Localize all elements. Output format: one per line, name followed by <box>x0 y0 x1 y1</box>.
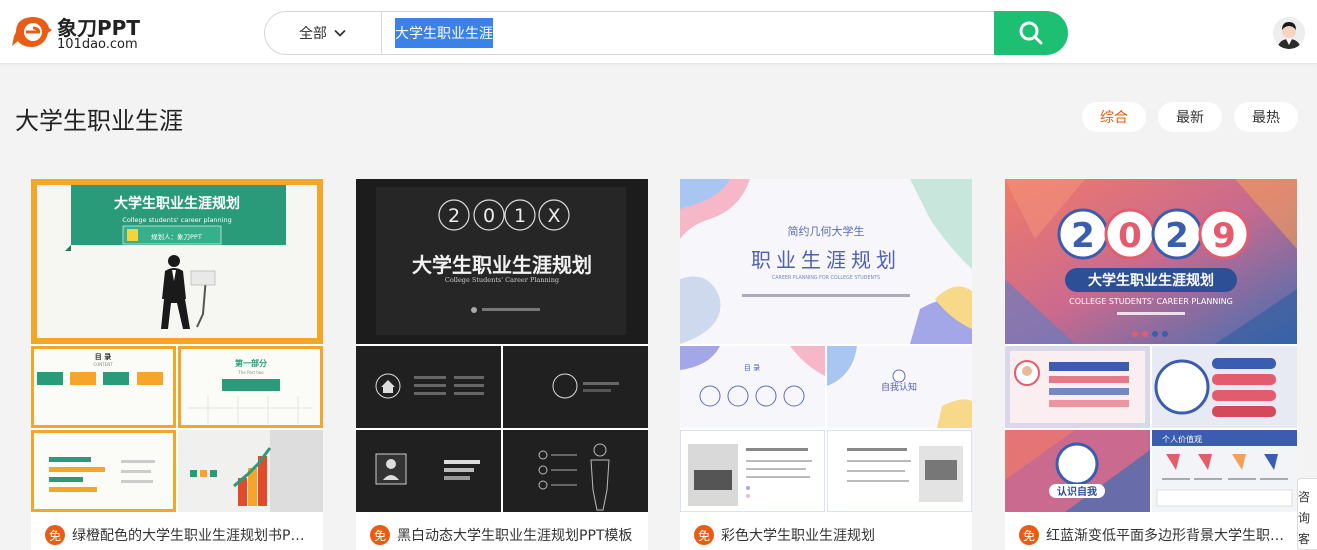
avatar-icon <box>1273 17 1305 49</box>
slide-preview-image <box>31 430 176 512</box>
cover-subtitle: CAREER PLANNING FOR COLLEGE STUDENTS <box>772 275 880 281</box>
template-caption[interactable]: 免 绿橙配色的大学生职业生涯规划书PPT模板 <box>45 524 317 546</box>
free-badge: 免 <box>370 525 390 545</box>
search-input[interactable]: 大学生职业生涯 <box>395 12 493 54</box>
slide-preview-image: 个人价值观 <box>1152 430 1297 512</box>
free-badge: 免 <box>1019 525 1039 545</box>
slide-heading: 认识自我 <box>1057 485 1097 498</box>
logo-url: 101dao.com <box>57 37 138 52</box>
cover-subtitle: College students' career planning <box>122 216 231 224</box>
cover-year-digit: 0 <box>1118 216 1142 256</box>
template-thumbnail[interactable]: 大学生职业生涯规划 College students' career plann… <box>31 179 323 512</box>
template-title[interactable]: 绿橙配色的大学生职业生涯规划书PPT模板 <box>72 525 312 545</box>
slide-preview-image <box>503 346 648 428</box>
cover-title: 大学生职业生涯规划 <box>412 253 592 277</box>
template-card[interactable]: 2 0 1 X 大学生职业生涯规划 College Students' Care… <box>356 179 648 550</box>
slide-subheading: CONTENT <box>93 362 113 367</box>
search-query-text: 大学生职业生涯 <box>395 18 493 48</box>
template-thumbnail[interactable]: 2 0 2 9 大学生职业生涯规划 COLLEGE STUDENTS' CARE… <box>1005 179 1297 512</box>
slide-preview-image: 第一部分 The Part two <box>178 346 323 428</box>
chevron-down-icon <box>334 29 346 37</box>
slide-preview-image <box>356 430 501 512</box>
cover-year-digit: X <box>547 205 560 227</box>
cover-title: 大学生职业生涯规划 <box>1088 272 1214 289</box>
template-title[interactable]: 红蓝渐变低平面多边形背景大学生职业生涯规划PPT模板 <box>1046 525 1286 545</box>
cover-subtitle: College Students' Career Planning <box>445 276 559 284</box>
cover-year-digit: 2 <box>448 205 460 227</box>
slide-heading: 目 录 <box>95 353 111 361</box>
cover-slide-image: 2 0 1 X 大学生职业生涯规划 College Students' Care… <box>356 179 648 344</box>
sort-comprehensive-button[interactable]: 综合 <box>1082 102 1146 132</box>
cover-year-digit: 0 <box>483 205 495 227</box>
cover-title: 大学生职业生涯规划 <box>114 195 240 212</box>
template-caption[interactable]: 免 彩色大学生职业生涯规划 <box>694 524 966 546</box>
template-thumbnail[interactable]: 简约几何大学生 职业生涯规划 CAREER PLANNING FOR COLLE… <box>680 179 972 512</box>
slide-preview-image: 目 录 <box>680 346 825 428</box>
template-card[interactable]: 2 0 2 9 大学生职业生涯规划 COLLEGE STUDENTS' CARE… <box>1005 179 1297 550</box>
free-badge: 免 <box>694 525 714 545</box>
cover-author: 规划人：象刀PPT <box>151 232 202 241</box>
template-caption[interactable]: 免 红蓝渐变低平面多边形背景大学生职业生涯规划PPT模板 <box>1019 524 1291 546</box>
template-title[interactable]: 彩色大学生职业生涯规划 <box>721 525 961 545</box>
page-title: 大学生职业生涯 <box>15 107 183 135</box>
customer-service-tab[interactable]: 咨询客服 <box>1297 478 1317 550</box>
slide-preview-image <box>1152 346 1297 428</box>
slide-heading: 第一部分 <box>235 358 267 368</box>
template-thumbnail[interactable]: 2 0 1 X 大学生职业生涯规划 College Students' Care… <box>356 179 648 512</box>
template-card[interactable]: 简约几何大学生 职业生涯规划 CAREER PLANNING FOR COLLE… <box>680 179 972 550</box>
slide-preview-image <box>356 346 501 428</box>
top-navigation-bar: 象刀PPT 101dao.com 全部 大学生职业生涯 <box>0 0 1317 64</box>
cover-year-digit: 2 <box>1165 216 1189 256</box>
slide-preview-image: 自我认知 <box>827 346 972 428</box>
search-button[interactable] <box>994 11 1068 55</box>
user-avatar[interactable] <box>1273 17 1305 49</box>
slide-preview-image <box>503 430 648 512</box>
cover-slide-image: 2 0 2 9 大学生职业生涯规划 COLLEGE STUDENTS' CARE… <box>1005 179 1297 344</box>
slide-preview-image <box>827 430 972 512</box>
search-icon <box>1019 21 1043 45</box>
cover-year-digit: 1 <box>514 205 526 227</box>
slide-preview-image <box>178 430 323 512</box>
cover-kicker: 简约几何大学生 <box>788 224 865 238</box>
search-scope-dropdown[interactable]: 全部 <box>265 12 382 54</box>
site-logo[interactable]: 象刀PPT 101dao.com <box>12 10 152 55</box>
search-scope-label: 全部 <box>299 26 327 42</box>
slide-heading: 个人价值观 <box>1162 434 1202 444</box>
slide-preview-image: 目 录 CONTENT <box>31 346 176 428</box>
template-caption[interactable]: 免 黑白动态大学生职业生涯规划PPT模板 <box>370 524 642 546</box>
slide-preview-image <box>1005 346 1150 428</box>
template-title[interactable]: 黑白动态大学生职业生涯规划PPT模板 <box>397 525 637 545</box>
free-badge: 免 <box>45 525 65 545</box>
slide-heading: 目 录 <box>744 364 760 372</box>
slide-subheading: The Part two <box>237 370 264 375</box>
cover-year-digit: 9 <box>1212 216 1236 256</box>
cover-slide-image: 大学生职业生涯规划 College students' career plann… <box>31 179 323 344</box>
slide-heading: 自我认知 <box>881 381 917 393</box>
slide-preview-image <box>680 430 825 512</box>
cover-slide-image: 简约几何大学生 职业生涯规划 CAREER PLANNING FOR COLLE… <box>680 179 972 344</box>
sort-hottest-button[interactable]: 最热 <box>1234 102 1298 132</box>
customer-service-label: 咨询客服 <box>1298 490 1311 546</box>
logo-mark-icon <box>12 17 52 47</box>
cover-year-digit: 2 <box>1071 216 1095 256</box>
cover-subtitle: COLLEGE STUDENTS' CAREER PLANNING <box>1069 297 1233 306</box>
sort-latest-button[interactable]: 最新 <box>1158 102 1222 132</box>
search-bar: 全部 大学生职业生涯 <box>264 11 1068 55</box>
template-card[interactable]: 大学生职业生涯规划 College students' career plann… <box>31 179 323 550</box>
slide-preview-image: 认识自我 <box>1005 430 1150 512</box>
cover-title: 职业生涯规划 <box>751 248 901 272</box>
